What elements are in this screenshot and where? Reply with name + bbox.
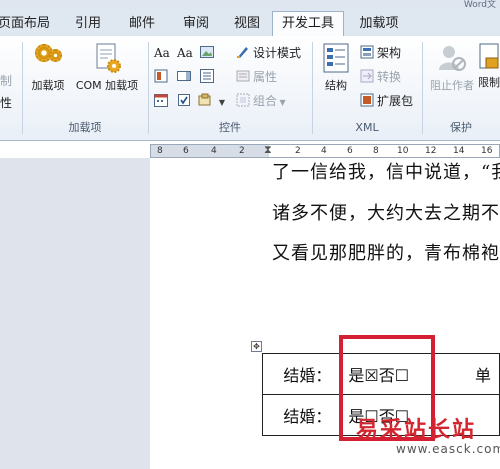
tab-page-layout[interactable]: 页面布局: [0, 13, 52, 35]
doc-line-2[interactable]: 诸多不便，大约大去之期不远: [272, 199, 500, 225]
table-cell-label[interactable]: 结婚：: [261, 353, 341, 395]
group-label-xml: XML: [355, 121, 379, 134]
restrict-editing-button[interactable]: 限制: [478, 42, 500, 90]
dropdown-list-icon: [200, 69, 214, 83]
group-icon: [236, 93, 250, 107]
building-block-icon: [154, 69, 168, 83]
window-title: Word文: [463, 0, 496, 10]
table-cell-next[interactable]: 单: [431, 353, 500, 395]
dropdown-list-control[interactable]: [200, 68, 217, 86]
block-authors-button[interactable]: 阻止作者: [426, 42, 478, 93]
restrict-icon: [478, 42, 500, 74]
table-cell-label[interactable]: 结婚：: [261, 394, 341, 436]
schema-button[interactable]: 架构: [360, 44, 401, 62]
tab-references[interactable]: 引用: [70, 13, 106, 35]
design-mode-icon: [237, 47, 248, 58]
structure-icon: [320, 42, 352, 74]
tab-mailings[interactable]: 邮件: [122, 13, 162, 35]
expansion-pack-icon: [360, 93, 374, 107]
properties-icon: [236, 70, 250, 82]
picture-icon: [200, 46, 214, 58]
schema-icon: [360, 45, 374, 59]
group-button[interactable]: 组合 ▼: [236, 92, 286, 110]
aa-plain-icon: Aa: [177, 46, 193, 60]
transform-icon: [360, 69, 374, 83]
group-label-controls: 控件: [219, 121, 241, 134]
structure-button[interactable]: 结构: [318, 42, 354, 93]
doc-line-1[interactable]: 了一信给我，信中说道，“我: [272, 158, 500, 184]
cut-off-item-1[interactable]: 制: [0, 72, 12, 90]
legacy-tools-button[interactable]: ▼: [198, 92, 225, 110]
combo-box-control[interactable]: [177, 68, 194, 86]
title-bar: Word文: [0, 0, 500, 10]
table-move-handle-icon[interactable]: ✥: [251, 341, 262, 352]
picture-control[interactable]: [200, 44, 217, 62]
document-gear-icon: [91, 42, 123, 74]
block-authors-icon: [436, 42, 468, 74]
calendar-icon: [154, 94, 168, 107]
date-picker-control[interactable]: [154, 92, 171, 110]
tab-addins[interactable]: 加载项: [354, 13, 404, 35]
plain-text-control[interactable]: Aa: [177, 44, 193, 62]
chevron-down-icon: ▼: [218, 98, 225, 107]
aa-icon: Aa: [154, 46, 170, 60]
design-mode-button[interactable]: 设计模式: [236, 44, 301, 62]
combo-box-icon: [177, 71, 191, 81]
expansion-pack-button[interactable]: 扩展包: [360, 92, 413, 110]
checkbox-control[interactable]: [177, 92, 194, 110]
watermark-url: www.easck.com: [396, 442, 500, 456]
group-label-addins: 加载项: [68, 121, 102, 134]
ribbon-tabs: 页面布局 引用 邮件 审阅 视图 开发工具 加载项: [0, 10, 500, 37]
properties-button[interactable]: 属性: [236, 68, 277, 86]
watermark: 易采站长站 www.easck.com: [352, 412, 500, 469]
doc-line-3[interactable]: 又看见那肥胖的，青布棉袍，: [272, 239, 500, 265]
transform-button[interactable]: 转换: [360, 68, 401, 86]
addins-button[interactable]: 加载项: [26, 42, 70, 93]
chevron-down-icon: ▼: [277, 98, 286, 107]
watermark-text: 易采站长站: [356, 417, 477, 443]
cut-off-item-2[interactable]: 性: [0, 94, 12, 112]
tab-review[interactable]: 审阅: [176, 13, 216, 35]
ribbon: 制 性 加载项 COM 加载项 加载项 Aa Aa ▼ 设计模式 属性 组合 ▼…: [0, 36, 500, 141]
tab-view[interactable]: 视图: [227, 13, 267, 35]
building-block-control[interactable]: [154, 68, 171, 86]
checkbox-icon: [178, 94, 190, 106]
tab-developer[interactable]: 开发工具: [272, 11, 344, 37]
group-label-protect: 保护: [450, 121, 472, 134]
rich-text-control[interactable]: Aa: [154, 44, 170, 62]
gear-icon: [32, 42, 64, 74]
com-addins-button[interactable]: COM 加载项: [70, 42, 144, 93]
horizontal-ruler[interactable]: 8 6 4 2 ⧗ 2 4 6 8 10 12 14 16: [150, 143, 500, 158]
legacy-tools-icon: [198, 93, 211, 106]
indent-marker-icon[interactable]: ⧗: [264, 143, 272, 157]
